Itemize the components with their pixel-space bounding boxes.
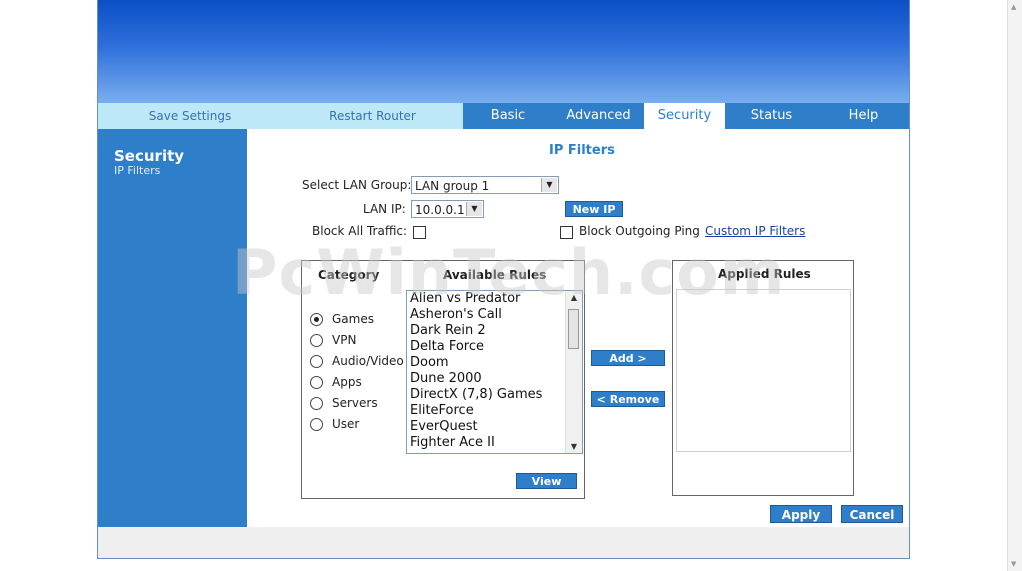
list-item[interactable]: Delta Force xyxy=(407,339,582,355)
lan-group-label: Select LAN Group: xyxy=(302,178,412,192)
list-item[interactable]: EliteForce xyxy=(407,403,582,419)
tab-help[interactable]: Help xyxy=(818,103,909,129)
tab-security[interactable]: Security xyxy=(644,103,725,129)
applied-rules-header: Applied Rules xyxy=(718,267,811,281)
list-item[interactable]: EverQuest xyxy=(407,419,582,435)
page-title: IP Filters xyxy=(549,143,615,158)
apply-button[interactable]: Apply xyxy=(770,505,832,523)
router-frame: Save Settings Restart Router Basic Advan… xyxy=(97,0,910,559)
list-item[interactable]: Dark Rein 2 xyxy=(407,323,582,339)
cancel-button[interactable]: Cancel xyxy=(841,505,903,523)
lan-ip-select[interactable]: 10.0.0.1 ▼ xyxy=(411,200,484,218)
block-ping-checkbox[interactable] xyxy=(560,226,573,239)
new-ip-button[interactable]: New IP xyxy=(565,201,623,217)
tab-advanced[interactable]: Advanced xyxy=(553,103,644,129)
applied-rules-list[interactable] xyxy=(676,289,851,452)
category-label: Apps xyxy=(332,375,362,389)
radio-servers[interactable] xyxy=(310,397,323,410)
sidebar: Security IP Filters xyxy=(98,129,247,527)
radio-apps[interactable] xyxy=(310,376,323,389)
view-button[interactable]: View xyxy=(516,473,577,489)
scroll-up-icon[interactable]: ▲ xyxy=(1011,3,1016,11)
list-item[interactable]: Dune 2000 xyxy=(407,371,582,387)
radio-user[interactable] xyxy=(310,418,323,431)
tab-basic[interactable]: Basic xyxy=(463,103,553,129)
custom-ip-filters-link[interactable]: Custom IP Filters xyxy=(705,224,805,238)
sidebar-title: Security xyxy=(114,147,185,165)
radio-vpn[interactable] xyxy=(310,334,323,347)
scroll-thumb[interactable] xyxy=(568,309,579,349)
block-all-label: Block All Traffic: xyxy=(312,224,408,238)
chevron-down-icon: ▼ xyxy=(541,178,557,192)
lan-ip-label: LAN IP: xyxy=(363,202,406,216)
lan-group-value: LAN group 1 xyxy=(415,179,490,193)
save-settings-link[interactable]: Save Settings xyxy=(98,103,282,129)
category-label: VPN xyxy=(332,333,357,347)
restart-router-link[interactable]: Restart Router xyxy=(282,103,463,129)
rules-panel: Category Available Rules Games VPN Audio… xyxy=(301,260,585,499)
remove-button[interactable]: < Remove xyxy=(591,391,665,407)
radio-games[interactable] xyxy=(310,313,323,326)
scroll-down-icon[interactable]: ▼ xyxy=(1011,560,1016,568)
list-item[interactable]: Alien vs Predator xyxy=(407,291,582,307)
lan-ip-value: 10.0.0.1 xyxy=(415,203,465,217)
category-label: Games xyxy=(332,312,374,326)
block-all-checkbox[interactable] xyxy=(413,226,426,239)
chevron-down-icon: ▼ xyxy=(466,202,482,216)
applied-rules-panel: Applied Rules xyxy=(672,260,854,496)
radio-audio-video[interactable] xyxy=(310,355,323,368)
main-content: IP Filters Select LAN Group: LAN group 1… xyxy=(247,129,909,527)
block-ping-label: Block Outgoing Ping xyxy=(579,224,700,238)
list-item[interactable]: DirectX (7,8) Games xyxy=(407,387,582,403)
sidebar-subtitle: IP Filters xyxy=(114,164,161,177)
page-scrollbar[interactable]: ▲ ▼ xyxy=(1007,0,1022,571)
header-banner xyxy=(98,0,909,103)
category-label: User xyxy=(332,417,360,431)
nav-bar: Save Settings Restart Router Basic Advan… xyxy=(98,103,909,129)
available-rules-list[interactable]: Alien vs Predator Asheron's Call Dark Re… xyxy=(406,290,583,454)
scroll-down-icon[interactable]: ▼ xyxy=(566,442,582,451)
category-header: Category xyxy=(318,268,380,282)
category-label: Servers xyxy=(332,396,378,410)
scroll-up-icon[interactable]: ▲ xyxy=(566,293,582,302)
lan-group-select[interactable]: LAN group 1 ▼ xyxy=(411,176,559,194)
add-button[interactable]: Add > xyxy=(591,350,665,366)
list-item[interactable]: Fighter Ace II xyxy=(407,435,582,451)
available-rules-header: Available Rules xyxy=(443,268,547,282)
list-scrollbar[interactable]: ▲ ▼ xyxy=(565,291,582,453)
list-item[interactable]: Asheron's Call xyxy=(407,307,582,323)
list-item[interactable]: Doom xyxy=(407,355,582,371)
tab-status[interactable]: Status xyxy=(725,103,818,129)
category-label: Audio/Video xyxy=(332,354,404,368)
